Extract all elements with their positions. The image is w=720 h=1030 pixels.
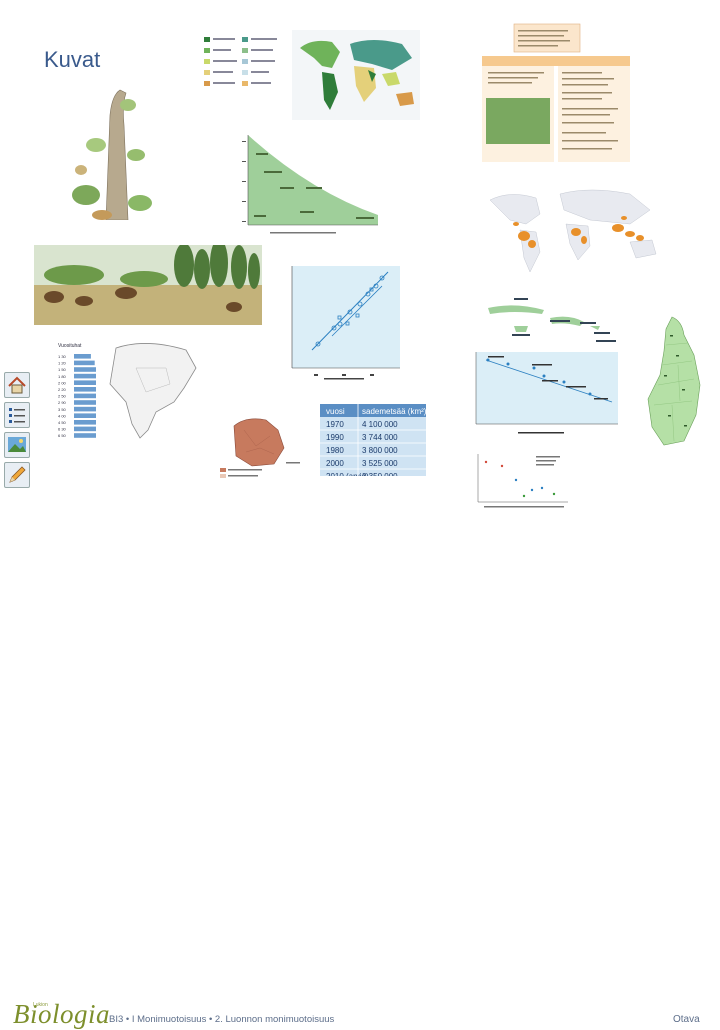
table-header-year: vuosi xyxy=(326,407,345,416)
world-distribution-map xyxy=(480,180,666,280)
bar-label: 1 20 xyxy=(58,361,67,366)
bar-label: 2 00 xyxy=(58,380,67,385)
footer-brand: Biologia xyxy=(13,999,110,1029)
world-biome-map xyxy=(292,30,420,120)
madagascar-map xyxy=(216,406,308,486)
slide: Kuvat Vuosituhat 1 30 1 20 1 50 1 80 2 0… xyxy=(0,0,720,1029)
bar-list-title: Vuosituhat xyxy=(58,343,82,349)
rainforest-infobox xyxy=(482,22,630,164)
bar-label: 2 50 xyxy=(58,394,67,399)
footer: Lukion Biologia BI3 • I Monimuotoisuus •… xyxy=(0,500,720,1029)
bar-label: 1 80 xyxy=(58,374,67,379)
contents-button[interactable] xyxy=(4,402,30,428)
bar-label: 2 90 xyxy=(58,400,67,405)
home-button[interactable] xyxy=(4,372,30,398)
species-area-chart xyxy=(230,131,385,241)
bar-label: 6 30 xyxy=(58,427,67,432)
table-cell-area: 3 800 000 xyxy=(362,446,398,455)
prehistoric-landscape xyxy=(34,245,262,325)
footer-publisher: Otava xyxy=(673,1014,700,1025)
picture-icon xyxy=(8,437,26,452)
table-header-area: sademetsää (km²) xyxy=(362,407,426,416)
biome-legend xyxy=(202,35,292,103)
images-button[interactable] xyxy=(4,432,30,458)
bar xyxy=(74,354,91,359)
bar xyxy=(74,360,95,366)
caribbean-islands-map xyxy=(484,296,620,350)
list-icon xyxy=(9,408,25,423)
finland-map xyxy=(644,315,702,448)
bar-label: 4 50 xyxy=(58,420,67,425)
species-area-scatter xyxy=(284,264,402,382)
table-cell-year: 1970 xyxy=(326,420,344,429)
table-cell-area: 3 744 000 xyxy=(362,433,398,442)
rainforest-area-table: vuosi sademetsää (km²) 1970 4 100 000 1990… xyxy=(320,404,426,476)
table-cell-area: 3 350 000 xyxy=(362,472,398,476)
table-cell-area: 3 525 000 xyxy=(362,459,398,468)
table-cell-area: 4 100 000 xyxy=(362,420,398,429)
slide-title: Kuvat xyxy=(44,47,101,72)
house-icon xyxy=(8,376,26,394)
bar-label: 6 50 xyxy=(58,433,67,438)
bar-label: 4 00 xyxy=(58,413,67,418)
footer-course: BI3 • I Monimuotoisuus • 2. Luonnon moni… xyxy=(109,1014,335,1025)
bar-label: 1 50 xyxy=(58,367,67,372)
tasks-button[interactable] xyxy=(4,462,30,488)
table-cell-year: 1980 xyxy=(326,446,344,455)
bar-label: 1 30 xyxy=(58,354,67,359)
bar-label: 2 20 xyxy=(58,387,67,392)
bar-label: 3 50 xyxy=(58,407,67,412)
table-cell-year: 1990 xyxy=(326,433,344,442)
north-america-map xyxy=(96,338,204,446)
table-cell-year: 2000 xyxy=(326,459,344,468)
island-species-plot xyxy=(468,352,618,440)
tree-illustration xyxy=(66,85,158,220)
pencil-icon xyxy=(9,466,26,483)
